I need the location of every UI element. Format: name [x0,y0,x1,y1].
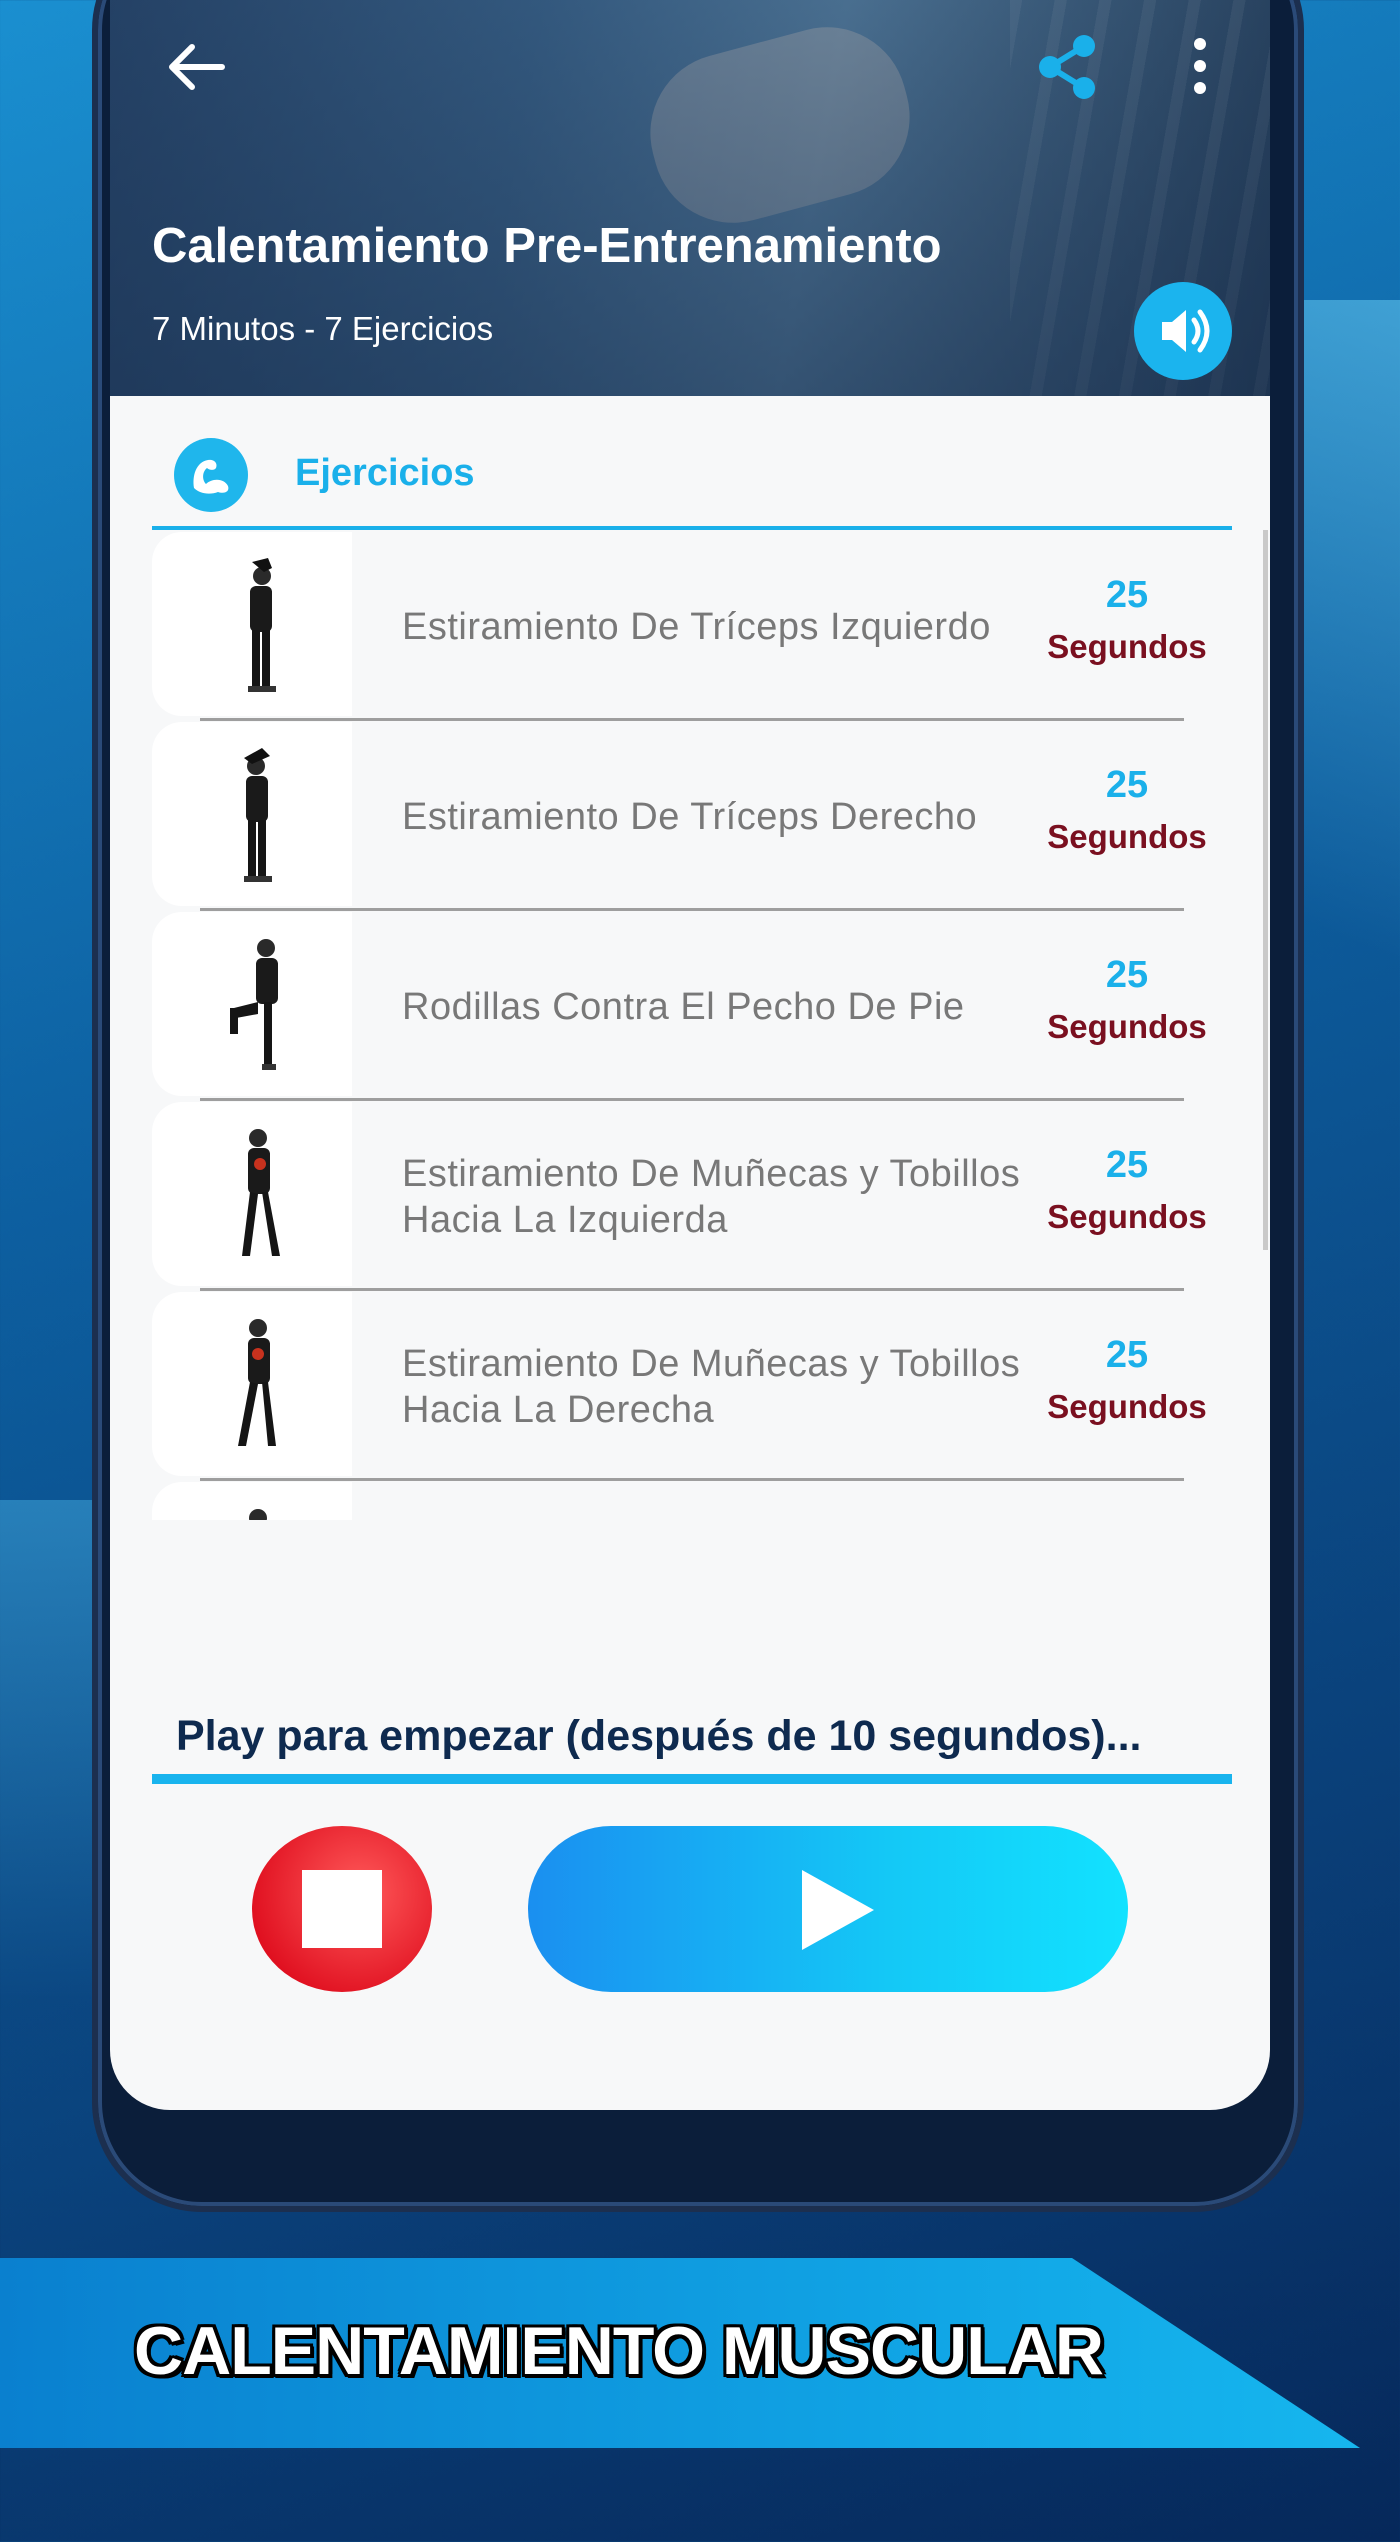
row-divider [200,1288,1184,1291]
workout-title: Calentamiento Pre-Entrenamiento [152,219,942,273]
section-title: Ejercicios [295,452,475,494]
exercise-figure-icon [248,558,276,692]
exercise-thumbnail [152,722,352,906]
exercise-name: Estiramiento De Muñecas y Tobillos Hacia… [402,1343,1021,1431]
muscle-icon [174,438,248,512]
more-vertical-icon[interactable] [1178,34,1222,100]
row-divider [200,718,1184,721]
exercise-figure-icon [249,1509,267,1520]
exercise-duration: 25 [1105,954,1149,996]
exercise-duration: 25 [1105,764,1149,806]
exercise-name: Estiramiento De Muñecas y Tobillos Hacia… [402,1153,1021,1241]
exercise-figure-icon [230,939,278,1070]
exercise-row[interactable]: Rodillas Contra El Pecho De Pie 25 Segun… [152,912,1232,1102]
workout-header: Calentamiento Pre-Entrenamiento 7 Minuto… [110,0,1270,396]
exercise-figure-icon [244,748,272,882]
exercise-duration-unit: Segundos [1047,1008,1207,1045]
stop-icon [302,1870,382,1948]
exercise-thumbnail [152,1292,352,1476]
exercise-name: Estiramiento De Tríceps Derecho [402,796,978,838]
exercise-duration-unit: Segundos [1047,1198,1207,1235]
exercise-name: Rodillas Contra El Pecho De Pie [402,986,965,1028]
exercise-duration: 25 [1105,1144,1149,1186]
exercise-thumbnail [152,1102,352,1286]
exercise-name: Estiramiento De Tríceps Izquierdo [402,606,991,648]
exercise-row[interactable]: Estiramiento De Muñecas y Tobillos Hacia… [152,1102,1232,1292]
exercise-list[interactable]: Estiramiento De Tríceps Izquierdo 25 Seg… [152,532,1232,1520]
exercise-row-partial[interactable] [152,1482,1232,1520]
arrow-left-icon[interactable] [162,32,232,102]
exercise-duration-unit: Segundos [1047,818,1207,855]
exercise-thumbnail [152,532,352,716]
row-divider [200,1098,1184,1101]
exercise-figure-icon [238,1319,276,1446]
start-status-text: Play para empezar (después de 10 segundo… [176,1712,1142,1760]
app-screen: Calentamiento Pre-Entrenamiento 7 Minuto… [110,0,1270,2110]
exercise-duration-unit: Segundos [1047,628,1207,665]
row-divider [200,1478,1184,1481]
share-icon[interactable] [1032,32,1102,102]
progress-divider [152,1774,1232,1784]
stop-button[interactable] [252,1826,432,1992]
exercise-figure-icon [242,1129,280,1256]
exercise-duration: 25 [1105,1334,1149,1376]
promo-banner-text: CALENTAMIENTO MUSCULAR [134,2313,1104,2389]
exercise-row[interactable]: Estiramiento De Tríceps Izquierdo 25 Seg… [152,532,1232,722]
exercise-duration-unit: Segundos [1047,1388,1207,1425]
exercise-thumbnail [152,912,352,1096]
workout-subtitle: 7 Minutos - 7 Ejercicios [152,310,494,347]
play-icon [802,1870,874,1950]
play-button[interactable] [528,1826,1128,1992]
speaker-icon[interactable] [1134,282,1232,380]
row-divider [200,908,1184,911]
exercise-duration: 25 [1105,574,1149,616]
list-scrollbar[interactable] [1263,530,1268,1250]
exercise-row[interactable]: Estiramiento De Tríceps Derecho 25 Segun… [152,722,1232,912]
exercise-thumbnail [152,1482,352,1520]
section-divider [152,526,1232,530]
exercise-row[interactable]: Estiramiento De Muñecas y Tobillos Hacia… [152,1292,1232,1482]
